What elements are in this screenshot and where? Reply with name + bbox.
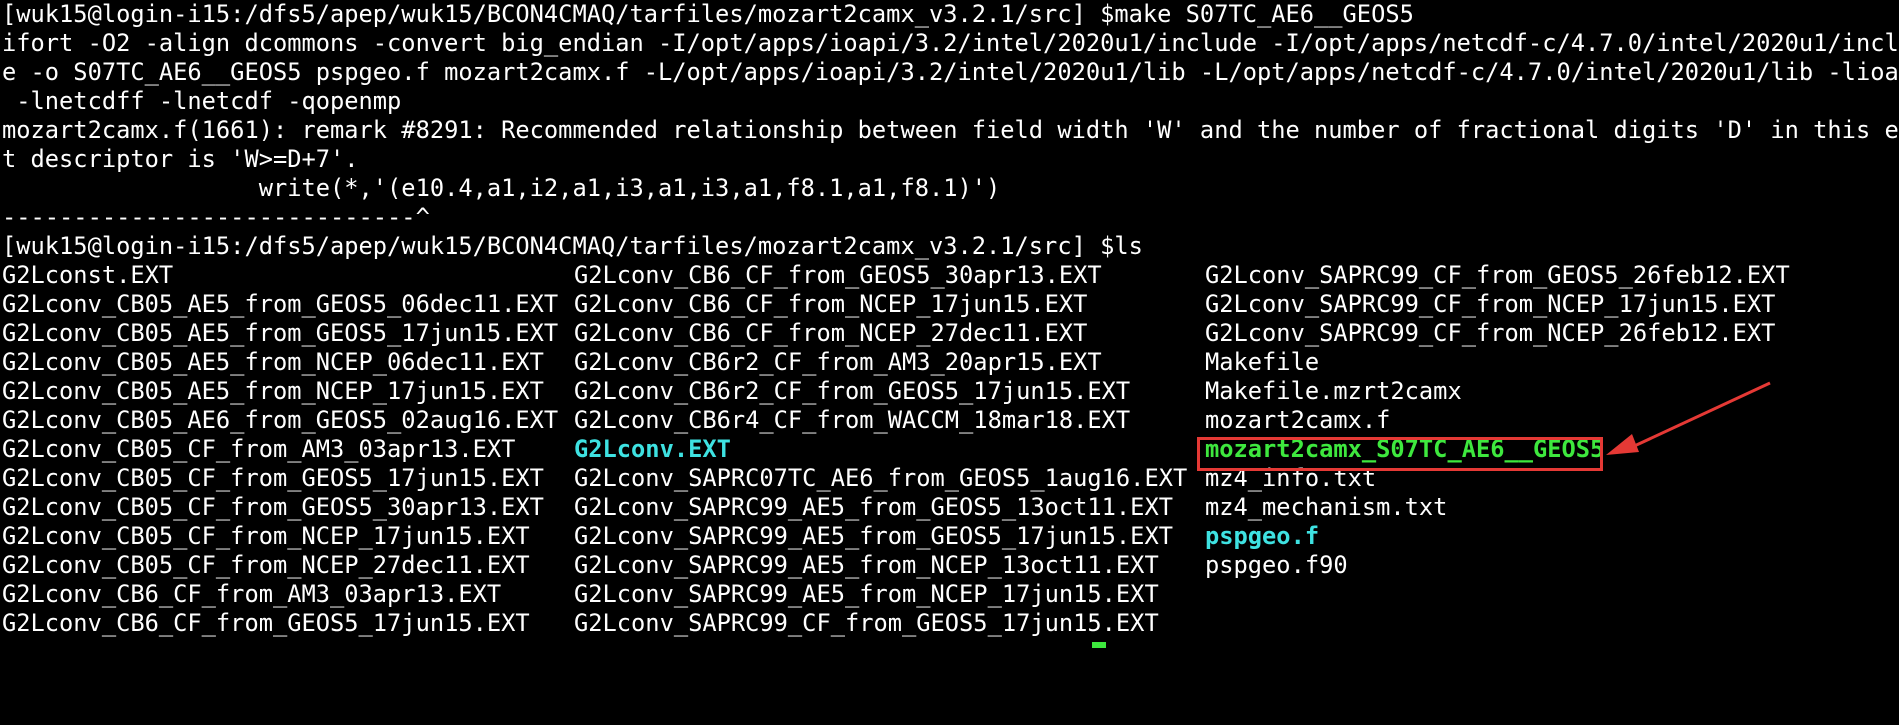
ls-row: G2Lconv_CB05_CF_from_NCEP_27dec11.EXT G2… [2,551,1899,580]
file-entry: G2Lconv_SAPRC99_CF_from_GEOS5_17jun15.EX… [574,609,1159,637]
ls-row: G2Lconv_CB05_AE5_from_GEOS5_17jun15.EXT … [2,319,1899,348]
ls-row: G2Lconst.EXT G2Lconv_CB6_CF_from_GEOS5_3… [2,261,1899,290]
file-entry: G2Lconv_CB05_AE5_from_NCEP_06dec11.EXT [2,348,544,376]
caret-indicator: -----------------------------^ [2,203,430,231]
file-entry: G2Lconv_CB05_CF_from_NCEP_17jun15.EXT [2,522,530,550]
file-entry: G2Lconv_SAPRC99_AE5_from_GEOS5_17jun15.E… [574,522,1173,550]
compiler-command-line-2: e -o S07TC_AE6__GEOS5 pspgeo.f mozart2ca… [2,58,1899,86]
ls-row: G2Lconv_CB05_AE5_from_GEOS5_06dec11.EXT … [2,290,1899,319]
file-entry: G2Lconv_CB6_CF_from_AM3_03apr13.EXT [2,580,502,608]
ls-row: G2Lconv_CB05_CF_from_NCEP_17jun15.EXT G2… [2,522,1899,551]
compiler-command-line-3: -lnetcdff -lnetcdf -qopenmp [2,87,402,115]
source-code-excerpt: write(*,'(e10.4,a1,i2,a1,i3,a1,i3,a1,f8.… [2,174,1001,202]
file-entry: G2Lconv_SAPRC99_CF_from_NCEP_17jun15.EXT [1205,290,1776,318]
file-entry: Makefile.mzrt2camx [1205,377,1462,405]
file-entry: G2Lconv_SAPRC07TC_AE6_from_GEOS5_1aug16.… [574,464,1188,492]
ls-row: G2Lconv_CB6_CF_from_GEOS5_17jun15.EXT G2… [2,609,1899,638]
file-entry: G2Lconv_SAPRC99_CF_from_NCEP_26feb12.EXT [1205,319,1776,347]
ls-row: G2Lconv_CB05_AE5_from_NCEP_17jun15.EXT G… [2,377,1899,406]
ls-row: G2Lconv_CB05_CF_from_GEOS5_30apr13.EXT G… [2,493,1899,522]
file-entry: mozart2camx.f [1205,406,1391,434]
file-entry: G2Lconv_CB05_CF_from_NCEP_27dec11.EXT [2,551,530,579]
file-entry: pspgeo.f90 [1205,551,1348,579]
ls-row: G2Lconv_CB05_CF_from_GEOS5_17jun15.EXT G… [2,464,1899,493]
file-entry: G2Lconv_CB6_CF_from_GEOS5_30apr13.EXT [574,261,1102,289]
prompt-make-command: [wuk15@login-i15:/dfs5/apep/wuk15/BCON4C… [2,0,1414,28]
file-entry: G2Lconv_CB05_CF_from_GEOS5_30apr13.EXT [2,493,544,521]
ls-row: G2Lconv_CB05_CF_from_AM3_03apr13.EXT G2L… [2,435,1899,464]
file-entry: G2Lconst.EXT [2,261,174,289]
prompt-ls-command: [wuk15@login-i15:/dfs5/apep/wuk15/BCON4C… [2,232,1143,260]
file-entry: G2Lconv_CB05_AE5_from_GEOS5_06dec11.EXT [2,290,559,318]
file-entry-highlighted: G2Lconv.EXT [574,435,731,463]
compiler-remark-line-2: t descriptor is 'W>=D+7'. [2,145,359,173]
file-entry: G2Lconv_CB05_CF_from_GEOS5_17jun15.EXT [2,464,544,492]
file-entry: G2Lconv_SAPRC99_CF_from_GEOS5_26feb12.EX… [1205,261,1790,289]
annotation-highlight-box [1197,437,1603,471]
file-entry: G2Lconv_SAPRC99_AE5_from_GEOS5_13oct11.E… [574,493,1173,521]
file-entry: G2Lconv_CB6_CF_from_GEOS5_17jun15.EXT [2,609,530,637]
file-entry: G2Lconv_CB6r2_CF_from_AM3_20apr15.EXT [574,348,1102,376]
file-entry: G2Lconv_CB05_AE5_from_NCEP_17jun15.EXT [2,377,544,405]
ls-row: G2Lconv_CB6_CF_from_AM3_03apr13.EXT G2Lc… [2,580,1899,609]
ls-row: G2Lconv_CB05_AE5_from_NCEP_06dec11.EXT G… [2,348,1899,377]
file-entry: G2Lconv_SAPRC99_AE5_from_NCEP_17jun15.EX… [574,580,1159,608]
file-entry: G2Lconv_CB05_AE6_from_GEOS5_02aug16.EXT [2,406,559,434]
file-entry: G2Lconv_CB6_CF_from_NCEP_17jun15.EXT [574,290,1088,318]
terminal-cursor [1092,642,1106,648]
file-entry: G2Lconv_CB05_CF_from_AM3_03apr13.EXT [2,435,516,463]
file-entry: G2Lconv_CB6r2_CF_from_GEOS5_17jun15.EXT [574,377,1131,405]
file-entry-highlighted: pspgeo.f [1205,522,1320,550]
file-entry: mz4_mechanism.txt [1205,493,1448,521]
file-entry: Makefile [1205,348,1320,376]
ls-row: G2Lconv_CB05_AE6_from_GEOS5_02aug16.EXT … [2,406,1899,435]
terminal-window[interactable]: [wuk15@login-i15:/dfs5/apep/wuk15/BCON4C… [2,0,1899,648]
file-entry: G2Lconv_CB6r4_CF_from_WACCM_18mar18.EXT [574,406,1131,434]
compiler-command-line-1: ifort -O2 -align dcommons -convert big_e… [2,29,1899,57]
compiler-remark-line-1: mozart2camx.f(1661): remark #8291: Recom… [2,116,1899,144]
file-entry: G2Lconv_SAPRC99_AE5_from_NCEP_13oct11.EX… [574,551,1159,579]
file-entry: G2Lconv_CB6_CF_from_NCEP_27dec11.EXT [574,319,1088,347]
file-entry: G2Lconv_CB05_AE5_from_GEOS5_17jun15.EXT [2,319,559,347]
